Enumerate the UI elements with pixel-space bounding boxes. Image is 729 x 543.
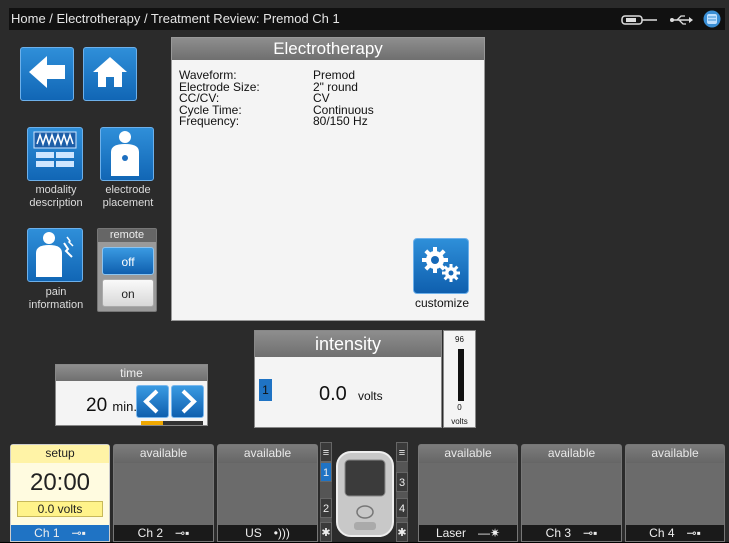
port-bottom-right: ✱ — [396, 522, 408, 542]
breadcrumb[interactable]: Home / Electrotherapy / Treatment Review… — [11, 11, 340, 26]
intensity-title: intensity — [255, 331, 441, 357]
electrotherapy-panel: Electrotherapy Waveform: Premod Electrode… — [171, 37, 485, 321]
channel-state: setup — [11, 445, 109, 463]
channel-footer: Laser —✷ — [419, 525, 517, 541]
port-column-left: ≡ 1 2 ✱ — [320, 442, 332, 542]
waveform-icon — [32, 130, 78, 179]
status-area — [621, 10, 721, 35]
gears-icon — [419, 244, 463, 289]
time-value: 20 min. — [86, 395, 137, 416]
gauge-bar — [458, 349, 464, 401]
channel-timer: 20:00 — [29, 469, 91, 496]
panel-title: Electrotherapy — [172, 38, 484, 60]
intensity-display: intensity 1 0.0 volts — [254, 330, 442, 428]
modality-description-button[interactable] — [27, 127, 83, 181]
chevron-left-icon — [143, 389, 159, 414]
channel-footer: Ch 2 ⊸▪ — [114, 525, 213, 541]
param-row: Frequency: 80/150 Hz — [179, 114, 374, 128]
port-column-right: ≡ 3 4 ✱ — [396, 442, 408, 542]
pain-information-button[interactable] — [27, 228, 83, 282]
channel-tab-ch2[interactable]: available Ch 2 ⊸▪ — [113, 444, 214, 542]
channel-name: Ch 3 — [545, 526, 572, 540]
remote-on-button[interactable]: on — [102, 279, 154, 307]
channel-footer: Ch 4 ⊸▪ — [626, 525, 724, 541]
pain-body-icon — [34, 229, 76, 282]
electrode-lead-icon: ⊸▪ — [71, 526, 86, 540]
channel-state: available — [419, 445, 517, 463]
customize-button[interactable] — [413, 238, 469, 294]
channel-state: available — [626, 445, 724, 463]
chevron-right-icon — [181, 389, 197, 414]
device-graphic: ≡ 1 2 ✱ ≡ 3 4 ✱ — [320, 442, 412, 542]
port-1[interactable]: 1 — [320, 462, 332, 482]
laser-icon: —✷ — [477, 526, 501, 540]
pain-information-label: pain information — [28, 286, 84, 311]
electrode-lead-icon: ⊸▪ — [583, 526, 598, 540]
ultrasound-icon: •))) — [273, 526, 290, 540]
electrode-lead-icon: ⊸▪ — [175, 526, 190, 540]
channel-name: Ch 1 — [34, 526, 60, 540]
electrode-placement-button[interactable] — [100, 127, 154, 181]
channel-tab-ch1[interactable]: setup 20:00 0.0 volts Ch 1 ⊸▪ — [10, 444, 110, 542]
time-progress-bar — [141, 421, 203, 425]
database-icon[interactable] — [703, 10, 721, 35]
time-decrease-button[interactable] — [136, 385, 169, 418]
intensity-channel-badge: 1 — [259, 379, 272, 401]
channel-name: Laser — [435, 526, 466, 540]
channel-footer: US •))) — [218, 525, 317, 541]
time-increase-button[interactable] — [171, 385, 204, 418]
port-2[interactable]: 2 — [320, 498, 332, 518]
back-button[interactable] — [20, 47, 74, 101]
param-value: 80/150 Hz — [313, 114, 368, 128]
gauge-max: 96 — [455, 335, 464, 344]
channel-tab-laser[interactable]: available Laser —✷ — [418, 444, 518, 542]
remote-off-button[interactable]: off — [102, 247, 154, 275]
channel-footer: Ch 1 ⊸▪ — [11, 525, 109, 541]
port-top-right: ≡ — [396, 442, 408, 462]
therapy-unit-icon — [336, 451, 394, 537]
port-top-left: ≡ — [320, 442, 332, 462]
remote-toggle: remote off on — [97, 228, 157, 312]
channel-tab-ch4[interactable]: available Ch 4 ⊸▪ — [625, 444, 725, 542]
channel-volts: 0.0 volts — [17, 501, 103, 517]
top-bar: Home / Electrotherapy / Treatment Review… — [9, 8, 725, 30]
time-progress-fill — [141, 421, 163, 425]
gauge-unit: volts — [451, 417, 468, 426]
channel-footer: Ch 3 ⊸▪ — [522, 525, 621, 541]
channel-name: US — [245, 526, 262, 540]
probe-icon — [621, 12, 659, 34]
back-arrow-icon — [27, 54, 67, 95]
intensity-value: 0.0 volts — [319, 383, 383, 405]
home-button[interactable] — [83, 47, 137, 101]
body-electrode-icon — [107, 128, 147, 181]
channel-name: Ch 2 — [137, 526, 164, 540]
customize-label: customize — [414, 296, 470, 310]
gauge-min: 0 — [457, 403, 462, 412]
port-3[interactable]: 3 — [396, 472, 408, 492]
channel-name: Ch 4 — [649, 526, 675, 540]
electrode-lead-icon: ⊸▪ — [686, 526, 701, 540]
parameter-list: Waveform: Premod Electrode Size: 2" round … — [179, 69, 374, 128]
app-screen: Home / Electrotherapy / Treatment Review… — [0, 0, 729, 542]
modality-description-label: modality description — [29, 184, 83, 209]
channel-tab-ch3[interactable]: available Ch 3 ⊸▪ — [521, 444, 622, 542]
home-icon — [91, 55, 129, 94]
param-key: Frequency: — [179, 114, 240, 128]
channel-state: available — [522, 445, 621, 463]
electrode-placement-label: electrode placement — [102, 184, 154, 209]
port-4[interactable]: 4 — [396, 498, 408, 518]
time-title: time — [56, 365, 207, 381]
channel-state: available — [218, 445, 317, 463]
intensity-gauge: 96 0 volts — [443, 330, 476, 428]
channel-state: available — [114, 445, 213, 463]
time-control: time 20 min. — [55, 364, 208, 426]
port-bottom-left: ✱ — [320, 522, 332, 542]
channel-tab-us[interactable]: available US •))) — [217, 444, 318, 542]
remote-title: remote — [98, 229, 156, 242]
usb-icon — [669, 12, 693, 34]
